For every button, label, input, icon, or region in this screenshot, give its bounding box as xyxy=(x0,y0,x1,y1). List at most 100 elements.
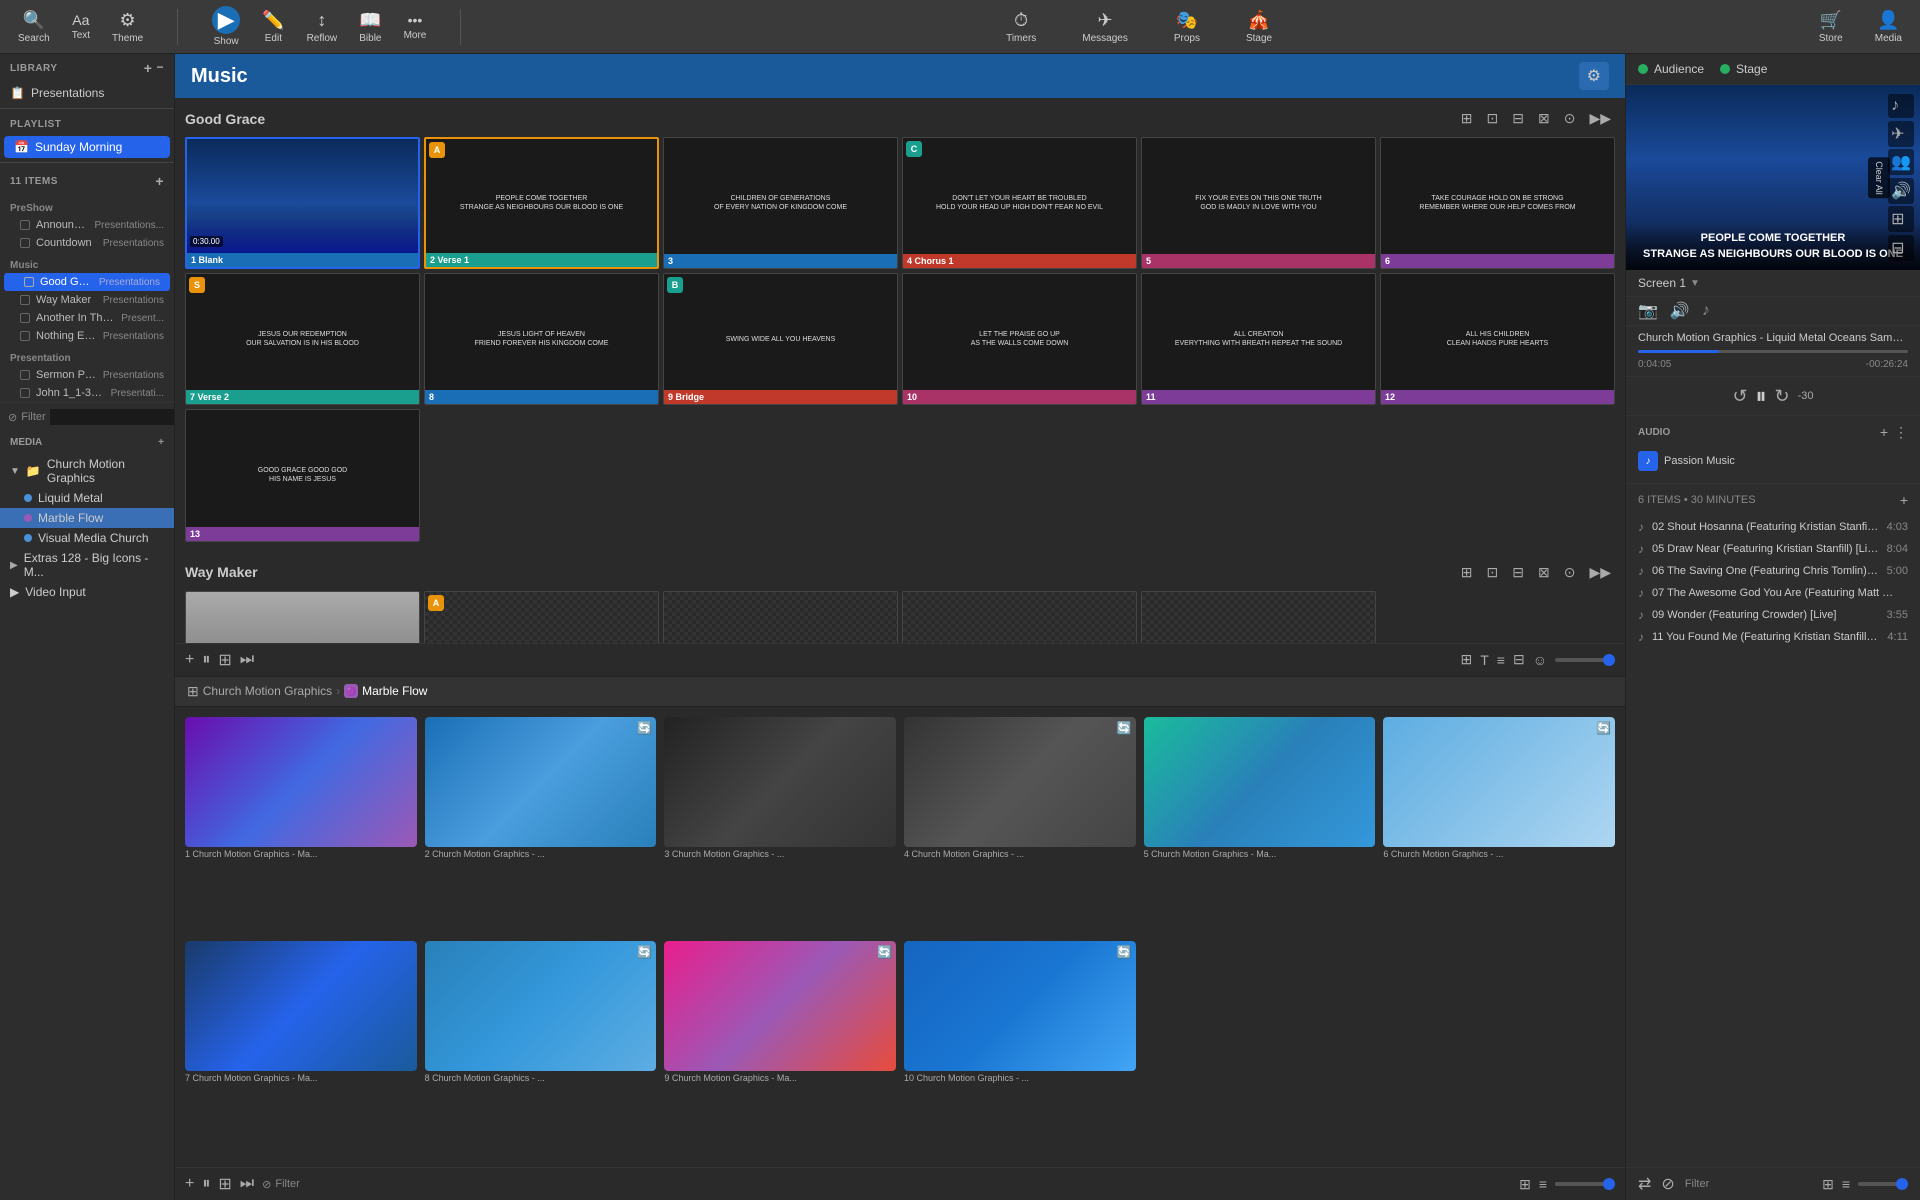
audio-options-button[interactable]: ⋮ xyxy=(1894,424,1908,441)
good-grace-ctrl-6[interactable]: ▶▶ xyxy=(1585,108,1615,129)
way-maker-ctrl-5[interactable]: ⊙ xyxy=(1560,562,1580,583)
store-button[interactable]: 🛒 Store xyxy=(1811,6,1851,48)
media-item-3[interactable]: 3 Church Motion Graphics - ... xyxy=(664,717,896,933)
rp-video-icon[interactable]: 📷 xyxy=(1638,301,1658,321)
grid-view-button[interactable]: ⊞ xyxy=(1461,651,1473,668)
playlist-item-5[interactable]: ♪ 09 Wonder (Featuring Crowder) [Live] 3… xyxy=(1638,604,1908,626)
media-add-button[interactable]: + xyxy=(158,437,164,448)
way-maker-ctrl-1[interactable]: ⊞ xyxy=(1457,562,1477,583)
breadcrumb-church-motion[interactable]: Church Motion Graphics xyxy=(203,684,332,698)
slide-5[interactable]: FIX YOUR EYES ON THIS ONE TRUTHGOD IS MA… xyxy=(1141,137,1376,269)
sidebar-item-announcements[interactable]: Announcements Presentations... xyxy=(0,216,174,234)
wm-slide-4[interactable]: YOU ARE HEREWORKING IN THIS PLACE 4 xyxy=(902,591,1137,643)
preview-group-btn[interactable]: 👥 xyxy=(1888,149,1914,175)
library-add-button[interactable]: + xyxy=(144,60,153,76)
good-grace-ctrl-4[interactable]: ⊠ xyxy=(1534,108,1554,129)
sidebar-item-another-in-fire[interactable]: Another In The Fire Present... xyxy=(0,309,174,327)
settings-button[interactable]: ⚙ xyxy=(1579,62,1609,90)
way-maker-ctrl-4[interactable]: ⊠ xyxy=(1534,562,1554,583)
slide-9[interactable]: B SWING WIDE ALL YOU HEAVENS 9 Bridge xyxy=(663,273,898,405)
media-add-button-bottom[interactable]: + xyxy=(185,1175,194,1193)
slide-3[interactable]: CHILDREN OF GENERATIONSOF EVERY NATION O… xyxy=(663,137,898,269)
items-add-button[interactable]: + xyxy=(155,173,164,189)
media-tree-extras[interactable]: ▶ Extras 128 - Big Icons - M... xyxy=(0,548,174,582)
sidebar-item-way-maker[interactable]: Way Maker Presentations xyxy=(0,291,174,309)
props-button[interactable]: 🎭 Props xyxy=(1166,6,1208,48)
shuffle-button[interactable]: ⇄ xyxy=(1638,1174,1651,1194)
slide-11[interactable]: ALL CREATIONEVERYTHING WITH BREATH REPEA… xyxy=(1141,273,1376,405)
good-grace-ctrl-3[interactable]: ⊟ xyxy=(1508,108,1528,129)
media-filter-input[interactable] xyxy=(304,1178,446,1190)
way-maker-ctrl-3[interactable]: ⊟ xyxy=(1508,562,1528,583)
wm-slide-2[interactable]: A YOU ARE HEREMOVING IN OUR MIDST 2 Vers… xyxy=(424,591,659,643)
sidebar-item-presentations[interactable]: 📋 Presentations xyxy=(0,82,174,104)
preview-grid-btn[interactable]: ⊞ xyxy=(1888,206,1914,232)
preview-music-btn[interactable]: ♪ xyxy=(1888,94,1914,118)
media-skip-btn[interactable]: ⏭ xyxy=(240,1175,254,1193)
media-grid-view[interactable]: ⊞ xyxy=(1519,1176,1531,1193)
list-view-right[interactable]: ≡ xyxy=(1842,1176,1850,1192)
media-item-10[interactable]: 🔄 10 Church Motion Graphics - ... xyxy=(904,941,1136,1157)
preview-volume-btn[interactable]: 🔊 xyxy=(1888,178,1914,204)
slide-6[interactable]: TAKE COURAGE HOLD ON BE STRONGREMEMBER W… xyxy=(1380,137,1615,269)
clear-all-button[interactable]: Clear All xyxy=(1868,157,1890,199)
screen-select[interactable]: Screen 1 ▼ xyxy=(1626,270,1920,297)
reflow-button[interactable]: ↕ Reflow xyxy=(299,6,346,48)
media-item-1[interactable]: 1 Church Motion Graphics - Ma... xyxy=(185,717,417,933)
media-zoom-slider[interactable] xyxy=(1555,1182,1615,1186)
preview-nav-btn[interactable]: ✈ xyxy=(1888,121,1914,147)
sidebar-item-good-grace[interactable]: Good Grace Presentations xyxy=(4,273,170,291)
way-maker-ctrl-2[interactable]: ⊡ xyxy=(1483,562,1503,583)
filter-input[interactable] xyxy=(50,409,175,425)
slide-4[interactable]: C DON'T LET YOUR HEART BE TROUBLEDHOLD Y… xyxy=(902,137,1137,269)
messages-button[interactable]: ✈ Messages xyxy=(1074,6,1136,48)
media-item-8[interactable]: 🔄 8 Church Motion Graphics - ... xyxy=(425,941,657,1157)
media-tree-liquid-metal[interactable]: Liquid Metal xyxy=(0,488,174,508)
search-button[interactable]: 🔍 Search xyxy=(10,6,58,48)
slide-10[interactable]: LET THE PRAISE GO UPAS THE WALLS COME DO… xyxy=(902,273,1137,405)
right-zoom-slider[interactable] xyxy=(1858,1182,1908,1186)
minus-30-button[interactable]: -30 xyxy=(1798,390,1814,402)
media-tree-visual-media[interactable]: Visual Media Church xyxy=(0,528,174,548)
skip-button[interactable]: ⏭ xyxy=(240,651,254,669)
sidebar-item-john[interactable]: John 1_1-3 (ASB) Presentati... xyxy=(0,384,174,402)
playlist-item-4[interactable]: ♪ 07 The Awesome God You Are (Featuring … xyxy=(1638,582,1908,604)
fast-forward-button[interactable]: ↻ xyxy=(1775,386,1790,407)
edit-button[interactable]: ✏️ Edit xyxy=(254,6,292,48)
pause-button[interactable]: ⏸ xyxy=(202,651,210,669)
sidebar-item-nothing-else[interactable]: Nothing Else Presentations xyxy=(0,327,174,345)
media-account-button[interactable]: 👤 Media xyxy=(1867,6,1910,48)
media-tree-video-input[interactable]: ▶ Video Input xyxy=(0,582,174,602)
good-grace-ctrl-2[interactable]: ⊡ xyxy=(1483,108,1503,129)
playlist-item-2[interactable]: ♪ 05 Draw Near (Featuring Kristian Stanf… xyxy=(1638,538,1908,560)
slide-12[interactable]: ALL HIS CHILDRENCLEAN HANDS PURE HEARTS … xyxy=(1380,273,1615,405)
slide-1[interactable]: 0:30.00 1 Blank xyxy=(185,137,420,269)
text-view-button[interactable]: T xyxy=(1480,652,1489,668)
text-button[interactable]: Aa Text xyxy=(64,8,98,45)
rewind-button[interactable]: ↺ xyxy=(1732,386,1747,407)
way-maker-ctrl-6[interactable]: ▶▶ xyxy=(1585,562,1615,583)
zoom-slider[interactable] xyxy=(1555,658,1615,662)
grid-button[interactable]: ⊞ xyxy=(218,650,231,670)
add-slide-button[interactable]: + xyxy=(185,651,194,669)
media-list-view[interactable]: ≡ xyxy=(1539,1176,1547,1192)
rp-music-icon[interactable]: ♪ xyxy=(1702,302,1710,320)
audio-add-button[interactable]: + xyxy=(1880,424,1888,441)
slide-13[interactable]: GOOD GRACE GOOD GODHIS NAME IS JESUS 13 xyxy=(185,409,420,541)
sort-view-button[interactable]: ⊟ xyxy=(1513,651,1525,668)
grid-view-right[interactable]: ⊞ xyxy=(1822,1176,1834,1193)
bible-button[interactable]: 📖 Bible xyxy=(351,6,389,48)
media-tree-church-motion[interactable]: ▼ 📁 Church Motion Graphics xyxy=(0,454,174,488)
show-button[interactable]: ▶ Show xyxy=(204,2,248,51)
stage-button[interactable]: 🎪 Stage xyxy=(1238,6,1280,48)
sidebar-item-sermon-points[interactable]: Sermon Points Presentations xyxy=(0,366,174,384)
timers-button[interactable]: ⏱ Timers xyxy=(998,6,1044,48)
slide-2[interactable]: A PEOPLE COME TOGETHERSTRANGE AS NEIGHBO… xyxy=(424,137,659,269)
wm-slide-1[interactable]: 0:20.04 1 Blank xyxy=(185,591,420,643)
preview-settings-btn[interactable]: ⊟ xyxy=(1888,235,1914,261)
rp-volume-icon[interactable]: 🔊 xyxy=(1670,301,1690,321)
sidebar-item-sunday-morning[interactable]: 📅 Sunday Morning xyxy=(4,136,170,158)
media-pause-button[interactable]: ⏸ xyxy=(202,1175,210,1193)
playlist-item-1[interactable]: ♪ 02 Shout Hosanna (Featuring Kristian S… xyxy=(1638,516,1908,538)
slide-7[interactable]: S JESUS OUR REDEMPTIONOUR SALVATION IS I… xyxy=(185,273,420,405)
